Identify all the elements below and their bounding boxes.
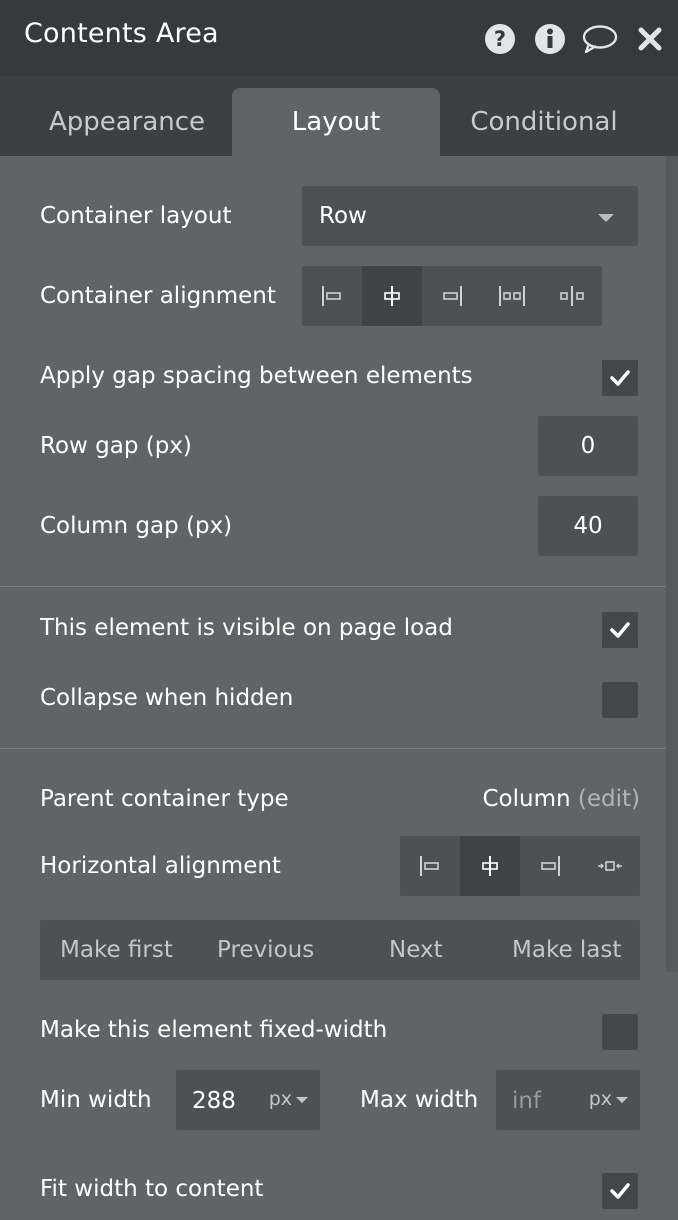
gap-spacing-checkbox[interactable]: [602, 360, 638, 396]
tab-appearance[interactable]: Appearance: [22, 88, 232, 156]
help-icon[interactable]: ?: [482, 22, 518, 56]
column-gap-input[interactable]: 40: [538, 496, 638, 556]
container-layout-dropdown[interactable]: Row: [302, 186, 638, 246]
visible-on-load-label: This element is visible on page load: [40, 615, 453, 641]
svg-text:?: ?: [494, 27, 506, 51]
max-width-input[interactable]: inf: [512, 1088, 541, 1114]
checkmark-icon: [610, 622, 630, 638]
gap-spacing-label: Apply gap spacing between elements: [40, 363, 473, 389]
next-button[interactable]: Next: [389, 920, 443, 980]
chevron-down-icon: [616, 1097, 628, 1103]
comment-icon[interactable]: [582, 22, 618, 56]
min-width-label: Min width: [40, 1087, 152, 1113]
align-right-icon[interactable]: [422, 266, 482, 326]
tab-conditional[interactable]: Conditional: [440, 88, 648, 156]
fit-width-label: Fit width to content: [40, 1176, 264, 1202]
visible-on-load-checkbox[interactable]: [602, 612, 638, 648]
section-divider: [0, 586, 666, 587]
max-width-label: Max width: [360, 1087, 479, 1113]
fit-width-checkbox[interactable]: [602, 1173, 638, 1209]
min-width-unit[interactable]: px: [269, 1088, 292, 1110]
horizontal-alignment-selector: [400, 836, 640, 896]
header-icons: ?: [482, 22, 668, 56]
container-alignment-selector: [302, 266, 602, 326]
container-alignment-label: Container alignment: [40, 283, 276, 309]
row-gap-label: Row gap (px): [40, 433, 192, 459]
parent-container-type-label: Parent container type: [40, 786, 289, 812]
scrollbar[interactable]: [666, 156, 678, 972]
chevron-down-icon: [296, 1097, 308, 1103]
element-order-bar: Make first Previous Next Make last: [40, 920, 640, 980]
parent-container-type-value: Column: [482, 786, 571, 812]
chevron-down-icon: [598, 214, 614, 222]
collapse-when-hidden-checkbox[interactable]: [602, 682, 638, 718]
align-center-icon[interactable]: [362, 266, 422, 326]
fixed-width-label: Make this element fixed-width: [40, 1017, 388, 1043]
fixed-width-checkbox[interactable]: [602, 1014, 638, 1050]
align-left-icon[interactable]: [400, 836, 460, 896]
row-gap-input[interactable]: 0: [538, 416, 638, 476]
panel-header: Contents Area ?: [0, 0, 678, 76]
section-divider: [0, 748, 666, 749]
collapse-when-hidden-label: Collapse when hidden: [40, 685, 294, 711]
align-right-icon[interactable]: [520, 836, 580, 896]
make-first-button[interactable]: Make first: [60, 920, 173, 980]
previous-button[interactable]: Previous: [217, 920, 314, 980]
panel-title: Contents Area: [24, 18, 219, 49]
info-icon[interactable]: [532, 22, 568, 56]
tab-layout[interactable]: Layout: [232, 88, 440, 156]
space-around-icon[interactable]: [542, 266, 602, 326]
min-width-input[interactable]: 288: [192, 1088, 236, 1114]
align-left-icon[interactable]: [302, 266, 362, 326]
parent-container-edit-link[interactable]: (edit): [578, 786, 640, 812]
space-between-icon[interactable]: [482, 266, 542, 326]
parent-container-type: Column (edit): [482, 786, 640, 812]
make-last-button[interactable]: Make last: [512, 920, 621, 980]
horizontal-alignment-label: Horizontal alignment: [40, 853, 281, 879]
min-width-field[interactable]: 288 px: [176, 1070, 320, 1130]
tab-bar: Appearance Layout Conditional: [0, 76, 678, 156]
checkmark-icon: [610, 1183, 630, 1199]
align-center-icon[interactable]: [460, 836, 520, 896]
max-width-unit[interactable]: px: [589, 1088, 612, 1110]
stretch-icon[interactable]: [580, 836, 640, 896]
column-gap-label: Column gap (px): [40, 513, 233, 539]
checkmark-icon: [610, 370, 630, 386]
container-layout-value: Row: [319, 203, 367, 229]
close-icon[interactable]: [632, 22, 668, 56]
container-layout-label: Container layout: [40, 203, 232, 229]
max-width-field[interactable]: inf px: [496, 1070, 640, 1130]
